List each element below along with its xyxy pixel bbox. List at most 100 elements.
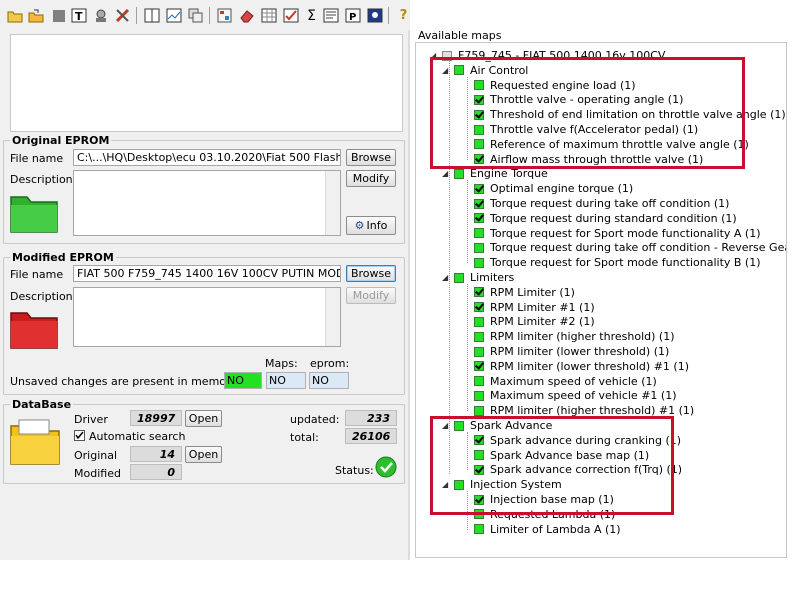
tree-label: RPM Limiter #1 (1)	[490, 300, 595, 314]
map-item[interactable]: RPM limiter (higher threshold) (1)	[474, 329, 674, 344]
info-icon[interactable]	[366, 7, 383, 24]
original-info-button[interactable]: ⚙ Info	[346, 216, 396, 235]
map-checkbox[interactable]	[474, 228, 484, 239]
map-checkbox[interactable]	[474, 242, 484, 253]
driver-value: 18997	[130, 410, 182, 426]
total-label: total:	[290, 431, 319, 444]
original-description-scrollbar[interactable]	[325, 171, 340, 235]
tree-group-limiters[interactable]: ◢ Limiters	[442, 270, 514, 285]
map-checkbox[interactable]	[474, 524, 484, 535]
status-label: Status:	[335, 464, 374, 477]
map-item[interactable]: Optimal engine torque (1)	[474, 181, 633, 196]
eraser-icon[interactable]	[238, 7, 255, 24]
map-icon[interactable]	[322, 7, 339, 24]
tree-label: Engine Torque	[470, 167, 548, 181]
stop-icon[interactable]	[50, 7, 67, 24]
sigma-icon[interactable]: Σ	[303, 7, 320, 24]
highlight-air-control	[430, 57, 745, 169]
modified-description-textarea[interactable]	[73, 287, 341, 347]
map-item[interactable]: RPM Limiter #1 (1)	[474, 300, 595, 315]
original-open-button[interactable]: Open	[185, 446, 222, 463]
eprom-status-box: NO	[309, 372, 349, 389]
tree-label: Optimal engine torque (1)	[490, 182, 634, 196]
tree-label: RPM Limiter #2 (1)	[490, 315, 595, 329]
map-item[interactable]: Torque request for Sport mode functional…	[474, 255, 761, 270]
map-checkbox[interactable]	[454, 272, 464, 283]
calc-icon[interactable]	[216, 7, 233, 24]
modified-eprom-title: Modified EPROM	[10, 251, 116, 264]
toolbar-separator	[209, 7, 210, 24]
map-checkbox[interactable]	[474, 287, 484, 298]
tree-label: Torque request during take off condition…	[490, 241, 786, 255]
map-checkbox[interactable]	[474, 361, 484, 372]
map-checkbox[interactable]	[474, 405, 484, 416]
tree-label: RPM Limiter (1)	[490, 285, 575, 299]
open-folder-icon[interactable]	[6, 7, 23, 24]
compare-icon[interactable]	[92, 7, 109, 24]
tree-label: Maximum speed of vehicle (1)	[490, 374, 657, 388]
map-item[interactable]: Maximum speed of vehicle #1 (1)	[474, 388, 677, 403]
info-button-label: Info	[366, 219, 388, 232]
map-checkbox[interactable]	[474, 213, 484, 224]
map-item[interactable]: RPM limiter (lower threshold) #1 (1)	[474, 359, 689, 374]
original-db-label: Original	[74, 449, 118, 462]
driver-open-button[interactable]: Open	[185, 410, 222, 427]
tree-label: Limiter of Lambda A (1)	[490, 522, 621, 536]
map-item[interactable]: Torque request during take off condition…	[474, 196, 729, 211]
grid-icon[interactable]	[260, 7, 277, 24]
checksum-icon[interactable]	[282, 7, 299, 24]
original-file-label: File name	[10, 152, 64, 165]
p-icon[interactable]: P	[344, 7, 361, 24]
maps-label: Maps:	[265, 357, 298, 370]
modified-file-field[interactable]: FIAT 500 F759_745 1400 16V 100CV PUTIN M…	[73, 265, 341, 282]
modified-description-scrollbar[interactable]	[325, 288, 340, 346]
original-db-value: 14	[130, 446, 182, 462]
original-description-textarea[interactable]	[73, 170, 341, 236]
map-checkbox[interactable]	[474, 183, 484, 194]
tools-icon[interactable]	[114, 7, 131, 24]
map-item[interactable]: RPM Limiter #2 (1)	[474, 314, 595, 329]
map-checkbox[interactable]	[474, 376, 484, 387]
map-checkbox[interactable]	[454, 168, 464, 179]
map-checkbox[interactable]	[474, 346, 484, 357]
map-item[interactable]: Torque request during take off condition…	[474, 240, 786, 255]
map-item[interactable]: RPM limiter (lower threshold) (1)	[474, 344, 669, 359]
original-file-field[interactable]: C:\...\HQ\Desktop\ecu 03.10.2020\Fiat 50…	[73, 149, 341, 166]
text-icon[interactable]: T	[70, 7, 87, 24]
svg-text:T: T	[75, 10, 83, 23]
graph-icon[interactable]	[165, 7, 182, 24]
modified-db-value: 0	[130, 464, 182, 480]
tree-label: Torque request for Sport mode functional…	[490, 256, 761, 270]
status-ok-icon	[375, 456, 397, 478]
original-browse-button[interactable]: Browse	[346, 149, 396, 166]
maps-status-box: NO	[266, 372, 306, 389]
tree-label: Torque request during standard condition…	[490, 211, 737, 225]
modified-browse-button[interactable]: Browse	[346, 265, 396, 282]
original-eprom-title: Original EPROM	[10, 134, 112, 147]
map-item[interactable]: RPM Limiter (1)	[474, 285, 575, 300]
map-checkbox[interactable]	[474, 316, 484, 327]
help-icon[interactable]: ?	[395, 7, 412, 24]
toolbar: T Σ P ?	[0, 0, 410, 30]
map-checkbox[interactable]	[474, 198, 484, 209]
map-item[interactable]: Limiter of Lambda A (1)	[474, 522, 621, 537]
map-item[interactable]: Torque request for Sport mode functional…	[474, 226, 761, 241]
map-checkbox[interactable]	[474, 331, 484, 342]
map-checkbox[interactable]	[474, 257, 484, 268]
original-modify-button[interactable]: Modify	[346, 170, 396, 187]
map-item[interactable]: Maximum speed of vehicle (1)	[474, 374, 657, 389]
map-item[interactable]: Torque request during standard condition…	[474, 211, 737, 226]
updated-value: 233	[345, 410, 397, 426]
modified-modify-button[interactable]: Modify	[346, 287, 396, 304]
info-button-icon: ⚙	[354, 219, 365, 232]
map-checkbox[interactable]	[474, 390, 484, 401]
copy-icon[interactable]	[187, 7, 204, 24]
tree-label: RPM limiter (lower threshold) (1)	[490, 345, 670, 358]
open-file-icon[interactable]	[27, 7, 44, 24]
window-icon[interactable]	[143, 7, 160, 24]
tree-guide-line	[467, 180, 468, 264]
toolbar-separator	[136, 7, 137, 24]
database-title: DataBase	[10, 398, 74, 411]
automatic-search-checkbox[interactable]	[74, 430, 85, 441]
map-checkbox[interactable]	[474, 302, 484, 313]
